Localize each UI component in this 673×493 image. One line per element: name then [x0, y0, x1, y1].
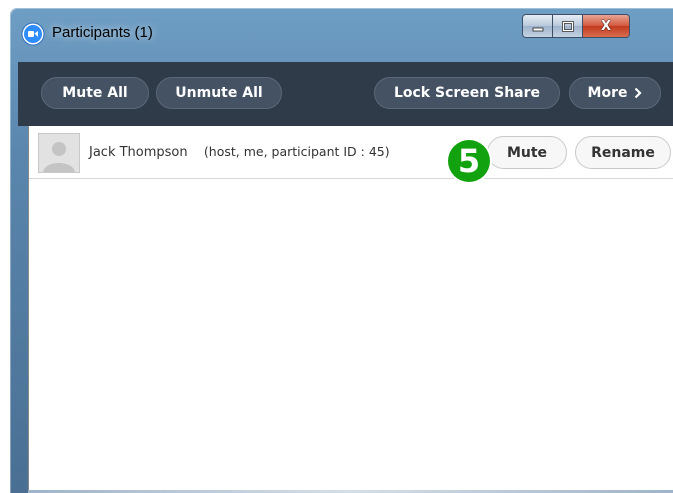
- participant-list: Jack Thompson (host, me, participant ID …: [28, 126, 673, 490]
- more-button[interactable]: More: [569, 77, 661, 109]
- zoom-app-icon: [24, 25, 42, 43]
- more-button-label: More: [587, 85, 628, 101]
- minimize-button[interactable]: [523, 15, 553, 37]
- maximize-button[interactable]: [553, 15, 583, 37]
- close-icon: X: [600, 18, 612, 34]
- mute-all-button[interactable]: Mute All: [41, 77, 149, 109]
- close-button[interactable]: X: [583, 15, 629, 37]
- participant-name-line: Jack Thompson (host, me, participant ID …: [89, 144, 390, 160]
- chevron-right-icon: [634, 87, 643, 99]
- window-controls: X: [522, 14, 630, 38]
- title-bar[interactable]: Participants (1) X: [10, 8, 673, 54]
- participant-details: (host, me, participant ID : 45): [203, 144, 390, 159]
- minimize-icon: [532, 17, 544, 36]
- lock-screen-share-button[interactable]: Lock Screen Share: [374, 77, 560, 109]
- participants-window: Participants (1) X Mute All Unmute All L…: [10, 8, 673, 493]
- unmute-all-button[interactable]: Unmute All: [156, 77, 282, 109]
- mute-participant-button[interactable]: Mute: [487, 136, 567, 169]
- rename-participant-button[interactable]: Rename: [575, 136, 671, 169]
- participant-row[interactable]: Jack Thompson (host, me, participant ID …: [29, 126, 673, 179]
- participant-name: Jack Thompson: [89, 145, 188, 160]
- user-avatar-placeholder: [38, 133, 80, 173]
- window-title: Participants (1): [52, 24, 153, 41]
- participants-toolbar: Mute All Unmute All Lock Screen Share Mo…: [18, 62, 673, 126]
- step-number-badge: 5: [448, 140, 490, 182]
- maximize-icon: [561, 17, 574, 36]
